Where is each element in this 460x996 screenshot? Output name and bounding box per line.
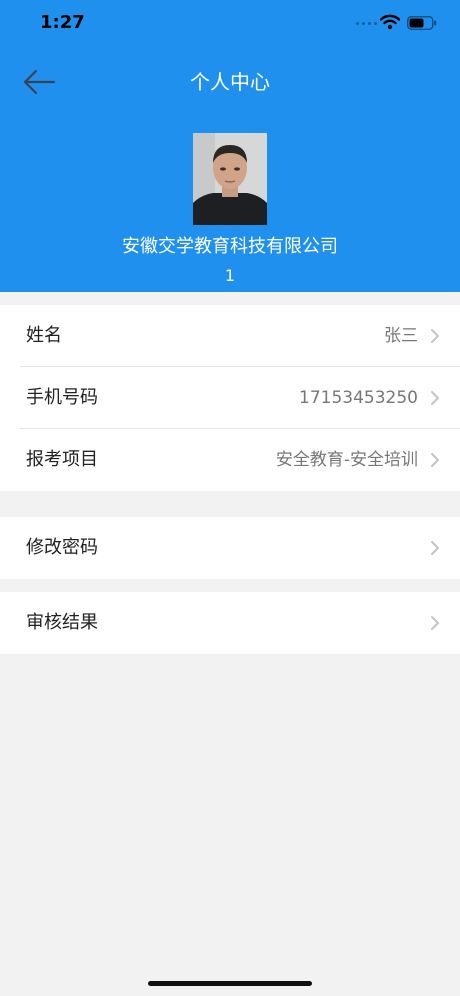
audit-result-row[interactable]: 审核结果 [0, 592, 460, 654]
profile-header: 1:27 个人中心 安徽交学教育科技有限公司 1 [0, 0, 460, 292]
exam-project-label: 报考项目 [26, 449, 98, 470]
phone-value: 17153453250 [299, 388, 418, 408]
exam-project-value: 安全教育-安全培训 [275, 450, 418, 470]
wifi-icon [380, 14, 400, 30]
phone-row[interactable]: 手机号码 17153453250 [0, 367, 460, 429]
chevron-right-icon [431, 329, 439, 343]
audit-result-label: 审核结果 [26, 612, 98, 633]
battery-icon [407, 16, 437, 30]
avatar-photo [193, 133, 267, 225]
phone-label: 手机号码 [26, 387, 98, 408]
status-bar: 1:27 [0, 0, 460, 50]
exam-project-row[interactable]: 报考项目 安全教育-安全培训 [0, 429, 460, 491]
password-group: 修改密码 [0, 517, 460, 579]
change-password-row[interactable]: 修改密码 [0, 517, 460, 579]
name-value: 张三 [384, 326, 418, 346]
chevron-right-icon [431, 541, 439, 555]
company-name: 安徽交学教育科技有限公司 [122, 236, 338, 257]
chevron-right-icon [431, 616, 439, 630]
profile-info-list: 姓名 张三 手机号码 17153453250 报考项目 安全教育-安全培训 [0, 305, 460, 491]
cellular-signal-icon [356, 22, 377, 25]
page-title: 个人中心 [190, 70, 270, 94]
status-time: 1:27 [40, 12, 85, 33]
chevron-right-icon [431, 453, 439, 467]
change-password-label: 修改密码 [26, 537, 98, 558]
audit-group: 审核结果 [0, 592, 460, 654]
name-label: 姓名 [26, 325, 62, 346]
home-indicator[interactable] [148, 981, 312, 986]
avatar[interactable] [193, 133, 267, 225]
user-number: 1 [224, 266, 236, 285]
chevron-right-icon [431, 391, 439, 405]
name-row[interactable]: 姓名 张三 [0, 305, 460, 367]
